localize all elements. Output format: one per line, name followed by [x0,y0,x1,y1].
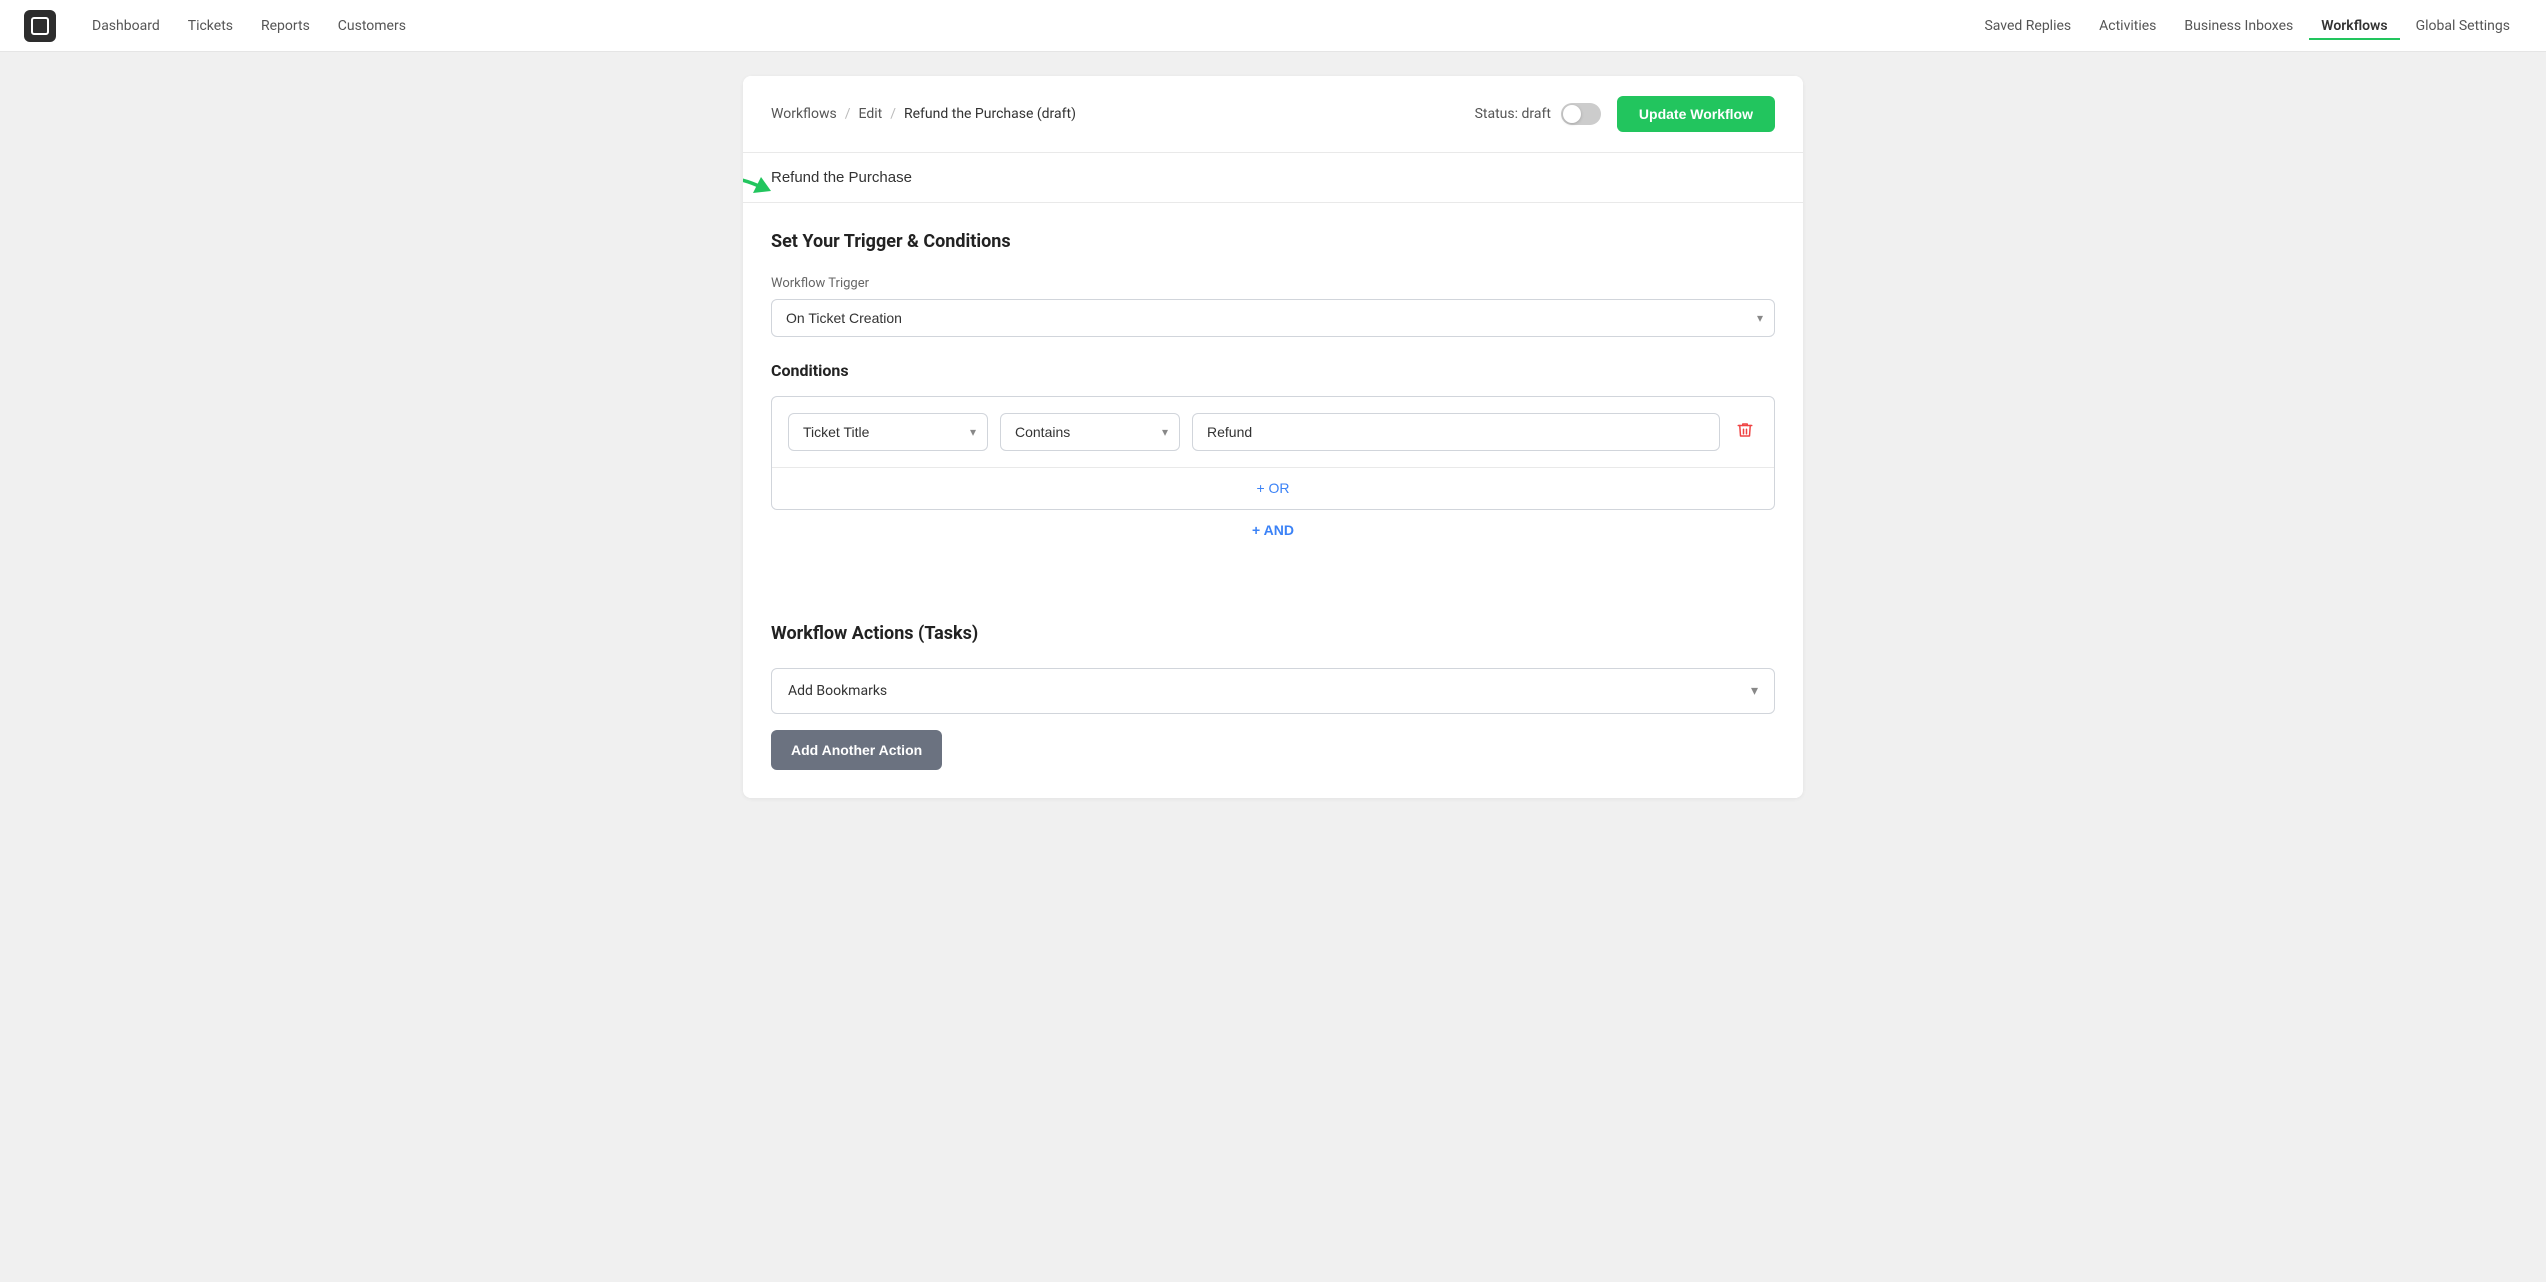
actions-section: Workflow Actions (Tasks) Add Bookmarks ▾… [743,595,1803,798]
conditions-title: Conditions [771,361,1775,380]
trigger-select-wrapper: On Ticket Creation On Ticket Update On T… [771,299,1775,337]
trigger-label: Workflow Trigger [771,276,1775,291]
condition-type-wrapper: Ticket Title Ticket Status Ticket Priori… [788,413,988,451]
condition-value-input[interactable] [1192,413,1720,451]
status-toggle[interactable] [1561,103,1601,125]
and-button[interactable]: + AND [1252,522,1294,538]
logo-mark [31,17,49,35]
nav-dashboard[interactable]: Dashboard [80,12,172,40]
add-another-action-button[interactable]: Add Another Action [771,730,942,770]
condition-type-col: Ticket Title Ticket Status Ticket Priori… [788,413,988,451]
workflow-title-row [771,169,1775,186]
condition-op-select[interactable]: Contains Does not contain Equals Does no… [1000,413,1180,451]
condition-val-col [1192,413,1720,451]
trigger-section-title: Set Your Trigger & Conditions [771,231,1775,252]
nav-links-left: Dashboard Tickets Reports Customers [80,12,1972,40]
top-navigation: Dashboard Tickets Reports Customers Save… [0,0,2546,52]
condition-op-col: Contains Does not contain Equals Does no… [1000,413,1180,451]
breadcrumb: Workflows / Edit / Refund the Purchase (… [771,106,1076,122]
condition-type-select[interactable]: Ticket Title Ticket Status Ticket Priori… [788,413,988,451]
action-item-chevron-icon: ▾ [1751,683,1758,699]
breadcrumb-sep-1: / [845,106,851,122]
or-row: + OR [772,467,1774,509]
trigger-conditions-section: Set Your Trigger & Conditions Workflow T… [743,203,1803,579]
workflow-name-input[interactable] [771,169,1775,186]
breadcrumb-sep-2: / [890,106,896,122]
main-content: Workflows / Edit / Refund the Purchase (… [723,52,1823,822]
nav-workflows[interactable]: Workflows [2309,12,2399,40]
condition-group: Ticket Title Ticket Status Ticket Priori… [771,396,1775,510]
condition-op-wrapper: Contains Does not contain Equals Does no… [1000,413,1180,451]
nav-links-right: Saved Replies Activities Business Inboxe… [1972,12,2522,40]
app-logo [24,10,56,42]
page-wrapper: Workflows / Edit / Refund the Purchase (… [743,76,1803,798]
nav-customers[interactable]: Customers [326,12,418,40]
action-item-0[interactable]: Add Bookmarks ▾ [771,668,1775,714]
condition-delete-icon[interactable] [1732,417,1758,447]
status-area: Status: draft [1475,103,1601,125]
nav-saved-replies[interactable]: Saved Replies [1972,12,2083,40]
action-item-label-0: Add Bookmarks [788,683,887,699]
breadcrumb-bar: Workflows / Edit / Refund the Purchase (… [743,76,1803,153]
condition-row-0: Ticket Title Ticket Status Ticket Priori… [772,397,1774,467]
status-label: Status: draft [1475,106,1551,122]
trigger-select[interactable]: On Ticket Creation On Ticket Update On T… [771,299,1775,337]
nav-business-inboxes[interactable]: Business Inboxes [2172,12,2305,40]
workflow-name-section [743,153,1803,203]
breadcrumb-edit[interactable]: Edit [859,106,883,122]
nav-global-settings[interactable]: Global Settings [2404,12,2522,40]
or-button[interactable]: + OR [1256,480,1289,496]
update-workflow-button[interactable]: Update Workflow [1617,96,1775,132]
actions-section-title: Workflow Actions (Tasks) [771,623,1775,644]
nav-activities[interactable]: Activities [2087,12,2168,40]
breadcrumb-current: Refund the Purchase (draft) [904,106,1076,122]
nav-tickets[interactable]: Tickets [176,12,245,40]
breadcrumb-workflows[interactable]: Workflows [771,106,837,122]
and-row: + AND [771,510,1775,551]
breadcrumb-actions: Status: draft Update Workflow [1475,96,1775,132]
nav-reports[interactable]: Reports [249,12,322,40]
